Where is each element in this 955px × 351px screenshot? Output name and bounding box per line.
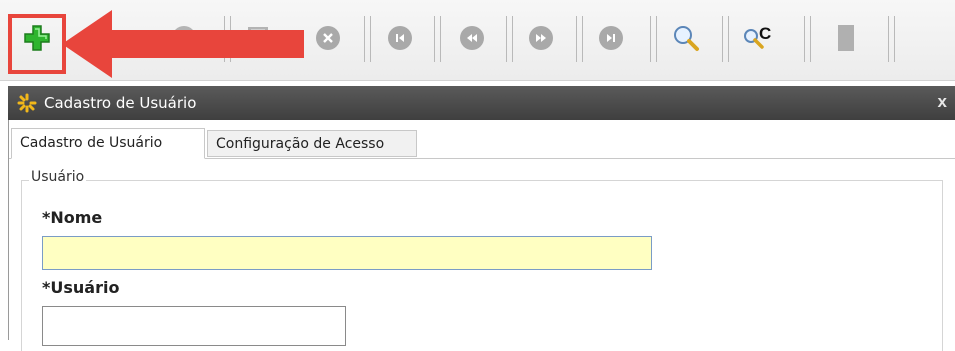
search-code-glyph: C xyxy=(759,24,772,43)
exit-button[interactable] xyxy=(824,12,868,64)
toolbar-separator xyxy=(576,16,583,62)
usuario-input[interactable] xyxy=(42,306,346,346)
toolbar-separator xyxy=(434,16,441,62)
usuario-label: *Usuário xyxy=(42,278,120,297)
previous-record-button[interactable] xyxy=(450,12,494,64)
nome-label: *Nome xyxy=(42,208,103,227)
advanced-search-button[interactable]: C xyxy=(734,12,778,64)
window-body: Cadastro de Usuário Configuração de Aces… xyxy=(8,120,955,351)
previous-record-icon xyxy=(460,26,484,50)
first-record-button[interactable] xyxy=(378,12,422,64)
toolbar-separator xyxy=(888,16,895,62)
toolbar: C xyxy=(0,0,955,81)
door-icon xyxy=(838,25,854,51)
next-record-button[interactable] xyxy=(519,12,563,64)
highlight-box xyxy=(8,14,66,74)
toolbar-separator xyxy=(804,16,811,62)
next-record-icon xyxy=(529,26,553,50)
search-button[interactable] xyxy=(664,12,708,64)
toolbar-separator xyxy=(364,16,371,62)
usuario-group-label: Usuário xyxy=(29,169,87,185)
toolbar-separator xyxy=(722,16,729,62)
close-button[interactable]: x xyxy=(938,92,947,112)
delete-button[interactable] xyxy=(306,12,350,64)
last-record-button[interactable] xyxy=(589,12,633,64)
last-record-icon xyxy=(599,26,623,50)
tab-strip: Cadastro de Usuário Configuração de Aces… xyxy=(9,128,955,159)
tab-cadastro-de-usuario[interactable]: Cadastro de Usuário xyxy=(11,128,205,159)
magnifier-icon xyxy=(674,26,699,51)
window-titlebar[interactable]: Cadastro de Usuário x xyxy=(8,86,955,120)
toolbar-separator xyxy=(506,16,513,62)
window-title: Cadastro de Usuário xyxy=(44,94,197,112)
first-record-icon xyxy=(388,26,412,50)
pointer-arrow-icon xyxy=(62,10,304,78)
delete-icon xyxy=(316,26,340,50)
nome-input[interactable] xyxy=(42,236,652,270)
toolbar-separator xyxy=(650,16,657,62)
tab-configuracao-de-acesso[interactable]: Configuração de Acesso xyxy=(207,130,417,157)
app-spark-icon xyxy=(17,93,37,113)
